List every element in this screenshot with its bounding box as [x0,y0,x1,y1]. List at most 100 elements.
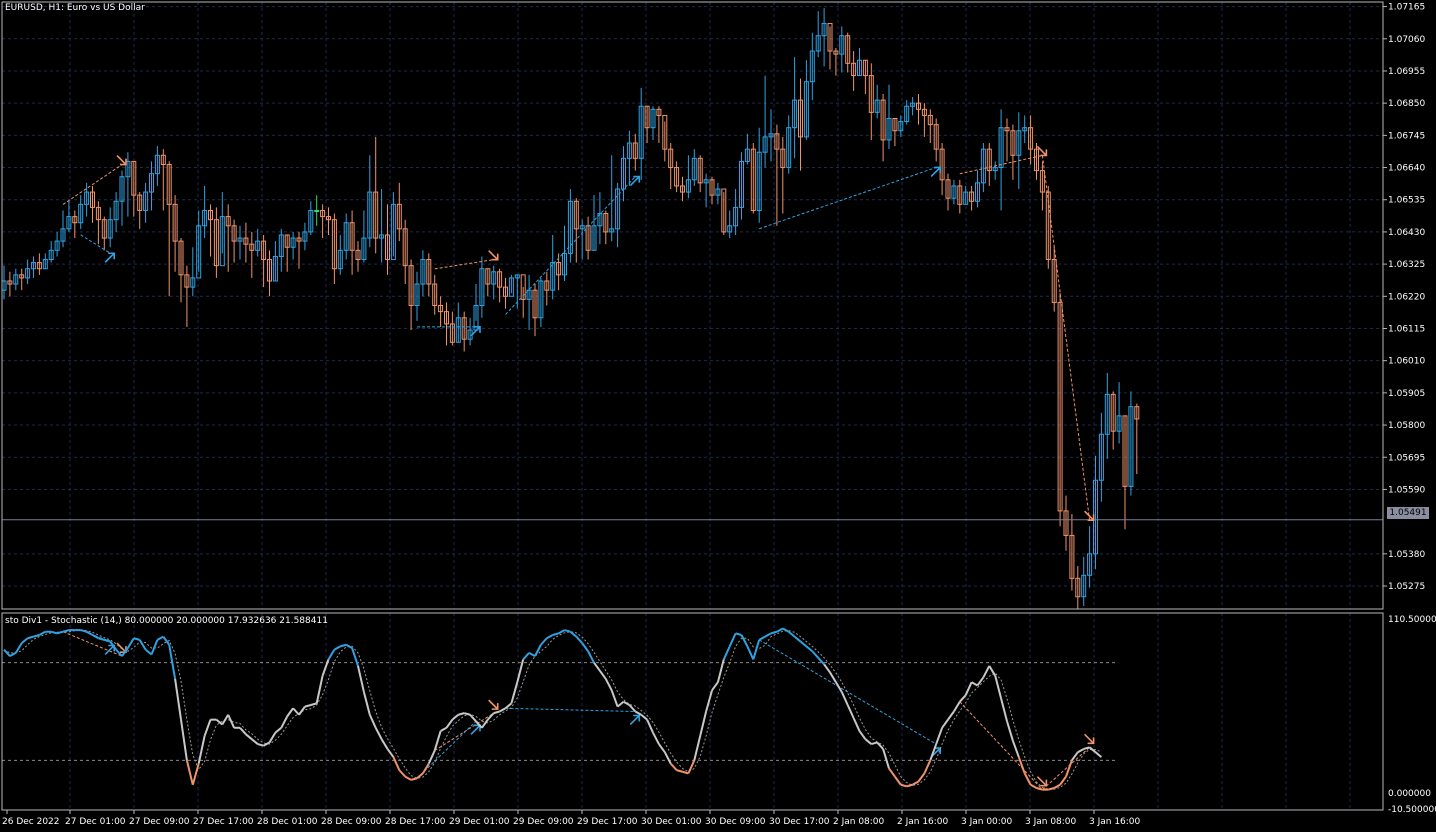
stochastic-segment [693,735,702,761]
stochastic-segment [711,681,719,691]
stochastic-segment [871,741,878,746]
stochastic-segment [104,638,111,643]
stochastic-segment [138,639,147,651]
stochastic-segment [522,652,530,661]
price-tick-label: 1.05695 [1388,453,1425,463]
time-tick-label: 27 Dec 09:00 [129,817,190,827]
stochastic-segment [185,760,194,785]
stochastic-segment [386,748,395,758]
stochastic-segment [50,630,58,635]
stochastic-segment [835,681,843,693]
stochastic-segment [805,645,813,653]
stochastic-segment [274,727,282,734]
current-price-label: 1.05491 [1387,507,1429,519]
stochastic-segment [62,629,70,633]
bull-arrow-icon [470,724,481,735]
stochastic-segment [422,763,430,774]
stochastic-segment [221,714,230,726]
stochastic-segment [935,727,944,745]
time-tick-label: 28 Dec 01:00 [257,817,318,827]
indicator-axis: 110.500000 0.000000 -10.500000 [1388,615,1436,815]
stochastic-segment [127,637,135,649]
divergence-line [1041,155,1091,521]
stochastic-segment [504,702,513,710]
time-tick-label: 30 Dec 17:00 [769,817,830,827]
stochastic-segment [92,634,99,640]
time-tick-label: 3 Jan 08:00 [1025,817,1077,827]
price-tick-label: 1.07165 [1388,3,1425,13]
stochastic-segment [534,644,542,657]
price-tick-label: 1.05800 [1388,421,1425,431]
stochastic-segment [699,711,708,737]
stochastic-segment [86,630,93,636]
stochastic-segment [33,634,40,638]
stochastic-segment [1006,720,1014,742]
stochastic-segment [133,637,140,641]
price-tick-label: 1.06955 [1388,67,1425,77]
stochastic-segment [392,756,401,771]
indicator-divergence-line [434,712,494,751]
price-tick-label: 1.06325 [1388,260,1425,270]
stochastic-segment [21,637,29,644]
stochastic-segment [304,704,312,708]
stochastic-segment [351,647,359,667]
time-tick-label: 29 Dec 01:00 [449,817,510,827]
chart-canvas[interactable]: 1.07165 1.07060 1.06955 1.06850 1.06745 1.066… [0,0,1436,832]
stochastic-segment [764,632,772,638]
stochastic-segment [900,783,907,788]
stochastic-segment [923,759,932,774]
stochastic-segment [528,652,536,658]
stochastic-segment [676,769,683,773]
stochastic-segment [994,675,1003,699]
time-tick-label: 2 Jan 16:00 [897,817,949,827]
stochastic-segment [864,738,872,745]
stochastic-segment [410,777,418,781]
indicator-tick-label: -10.500000 [1388,805,1436,815]
stochastic-segment [599,670,607,680]
divergence-markers [62,145,1095,791]
stochastic-segment [510,681,519,704]
stochastic-segment [9,652,17,658]
stochastic-segment [174,678,182,720]
stochastic-segment [669,762,678,771]
price-tick-label: 1.06220 [1388,292,1425,302]
stochastic-segment [380,738,389,750]
stochastic-segment [564,629,571,633]
stochastic-segment [292,707,300,716]
stochastic-segment [894,776,902,786]
price-tick-label: 1.06115 [1388,324,1425,334]
stochastic-segment [658,743,666,753]
bull-arrow-icon [629,714,641,726]
stochastic-segment [705,690,713,712]
stochastic-segment [203,719,212,737]
stochastic-segment [752,639,761,660]
stochastic-segment [746,645,755,660]
stochastic-segment [971,681,978,687]
candle-body [314,209,320,212]
stochastic-segment [404,775,412,781]
price-tick-label: 1.05590 [1388,485,1425,495]
stochastic-segment [493,710,500,715]
stochastic-segment [687,759,696,774]
stochastic-segment [357,665,365,693]
stochastic-segment [1011,740,1020,758]
stochastic-segment [846,704,855,719]
indicator-title: sto Div1 - Stochastic (14,) 80.000000 20… [5,616,328,626]
stochastic-segment [333,645,341,651]
stochastic-segment [964,681,973,696]
time-tick-label: 28 Dec 17:00 [385,817,446,827]
time-tick-label: 26 Dec 2022 [2,817,60,827]
stochastic-segment [959,694,967,703]
indicator-panel-border [1,612,1384,811]
stochastic-segment [623,700,630,706]
stochastic-segment [728,632,737,647]
price-tick-label: 1.06745 [1388,131,1425,141]
bull-arrow-icon [930,166,941,177]
stochastic-segment [458,712,465,716]
stochastic-segment [770,630,778,635]
price-tick-label: 1.06640 [1388,164,1425,174]
stochastic-segment [663,751,672,765]
stochastic-lines [2,627,1115,791]
time-tick-label: 29 Dec 17:00 [577,817,638,827]
stochastic-segment [257,743,264,747]
